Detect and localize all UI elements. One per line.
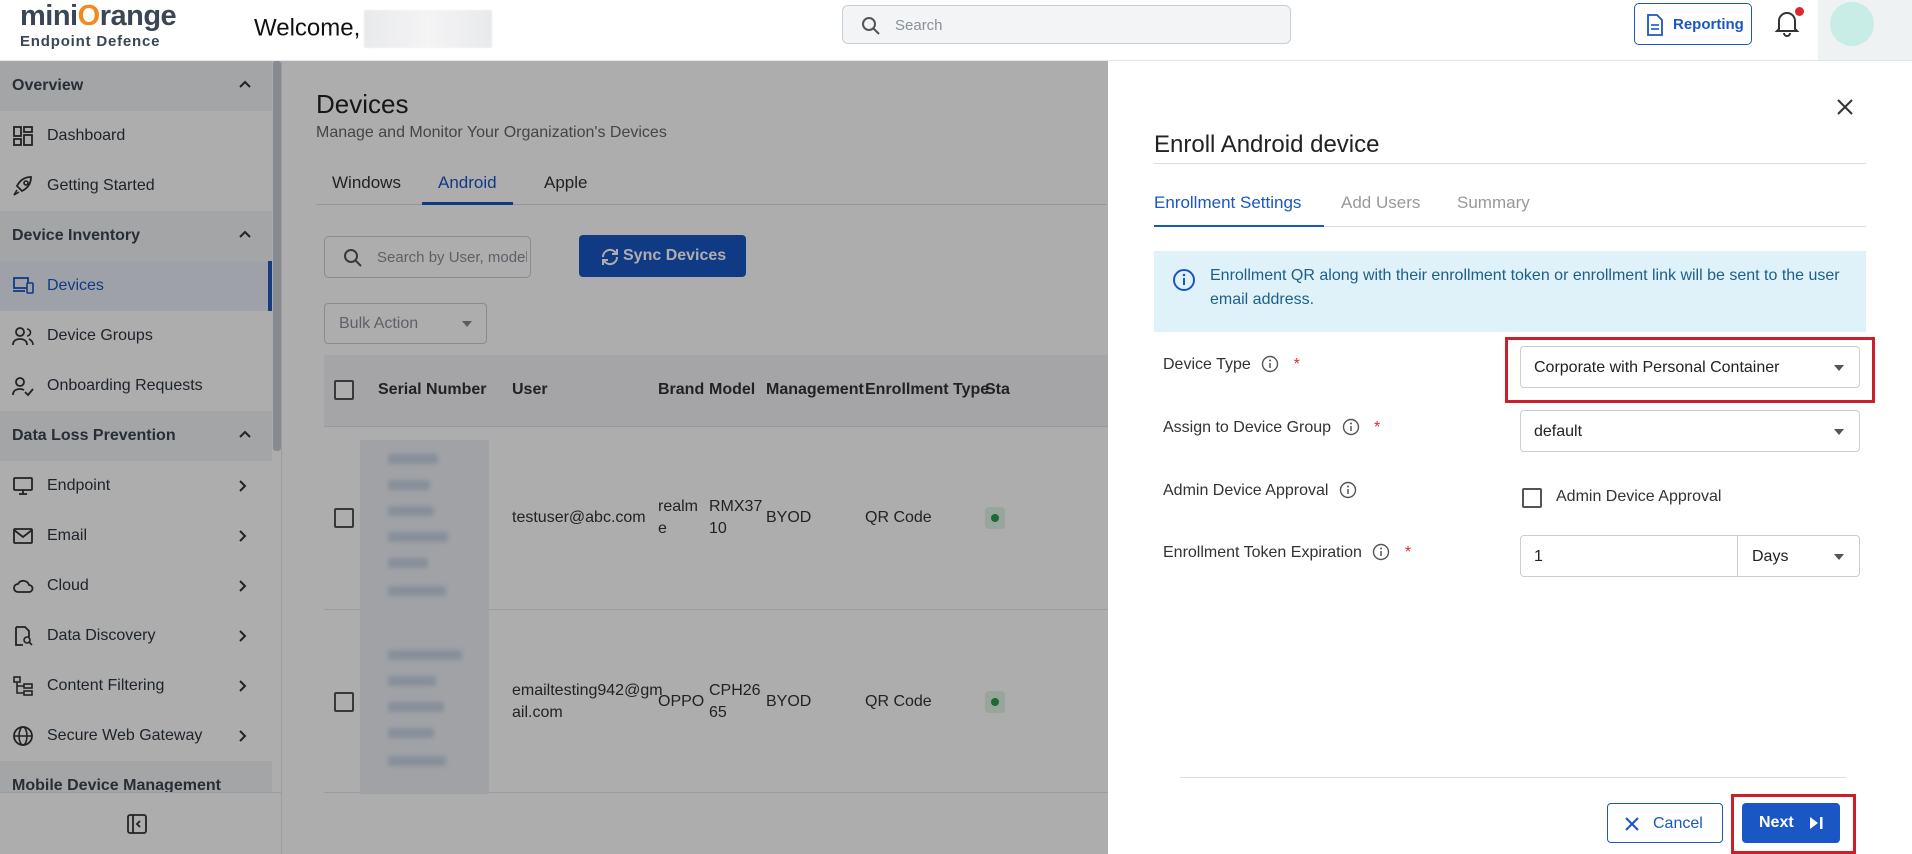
admin-approval-checkbox[interactable]	[1522, 488, 1542, 508]
info-icon[interactable]	[1261, 355, 1279, 373]
info-icon[interactable]	[1372, 543, 1390, 561]
drawer-title: Enroll Android device	[1154, 131, 1380, 158]
logo-tagline: Endpoint Defence	[20, 33, 161, 50]
info-text: Enrollment QR along with their enrollmen…	[1210, 267, 1840, 308]
blurred-username	[364, 10, 493, 48]
info-icon[interactable]	[1342, 418, 1360, 436]
close-icon[interactable]	[1835, 97, 1855, 117]
notification-badge	[1795, 7, 1804, 16]
global-search-input[interactable]: Search	[842, 5, 1291, 44]
modal-backdrop[interactable]	[0, 61, 1108, 854]
document-icon	[1647, 14, 1663, 36]
welcome-text: Welcome,	[254, 10, 493, 48]
reporting-label: Reporting	[1673, 16, 1744, 33]
top-bar: miniOrange Endpoint Defence Welcome, Sea…	[0, 0, 1912, 61]
tab-add-users[interactable]: Add Users	[1341, 183, 1420, 227]
info-banner: Enrollment QR along with their enrollmen…	[1154, 251, 1866, 332]
info-icon[interactable]	[1339, 481, 1357, 499]
caret-down-icon	[1834, 365, 1844, 371]
footer-divider	[1180, 777, 1846, 778]
tab-summary[interactable]: Summary	[1457, 183, 1530, 227]
device-type-select[interactable]: Corporate with Personal Container	[1520, 346, 1860, 388]
admin-approval-label: Admin Device Approval	[1163, 481, 1357, 500]
close-icon	[1625, 817, 1639, 831]
enroll-android-drawer: Enroll Android device Enrollment Setting…	[1108, 61, 1912, 854]
avatar[interactable]	[1830, 2, 1874, 46]
logo-wordmark: miniOrange	[20, 0, 177, 32]
tab-enrollment-settings[interactable]: Enrollment Settings	[1154, 183, 1324, 227]
skip-next-icon	[1810, 817, 1823, 829]
next-button[interactable]: Next	[1742, 803, 1840, 843]
caret-down-icon	[1834, 429, 1844, 435]
divider	[1154, 163, 1866, 164]
search-icon	[862, 17, 880, 35]
reporting-button[interactable]: Reporting	[1634, 3, 1752, 45]
device-group-label: Assign to Device Group *	[1163, 418, 1381, 436]
token-expiration-label: Enrollment Token Expiration *	[1163, 543, 1412, 561]
device-group-select[interactable]: default	[1520, 410, 1860, 452]
search-placeholder: Search	[895, 17, 943, 34]
token-expiration-input[interactable]: 1	[1520, 535, 1738, 577]
miniorange-logo[interactable]: miniOrange Endpoint Defence	[18, 0, 188, 52]
enrollment-steps: Enrollment Settings Add Users Summary	[1154, 183, 1866, 227]
token-expiration-unit-select[interactable]: Days	[1737, 535, 1860, 577]
device-type-label: Device Type *	[1163, 355, 1300, 373]
caret-down-icon	[1834, 554, 1844, 560]
cancel-button[interactable]: Cancel	[1607, 803, 1723, 843]
info-icon	[1173, 269, 1195, 291]
